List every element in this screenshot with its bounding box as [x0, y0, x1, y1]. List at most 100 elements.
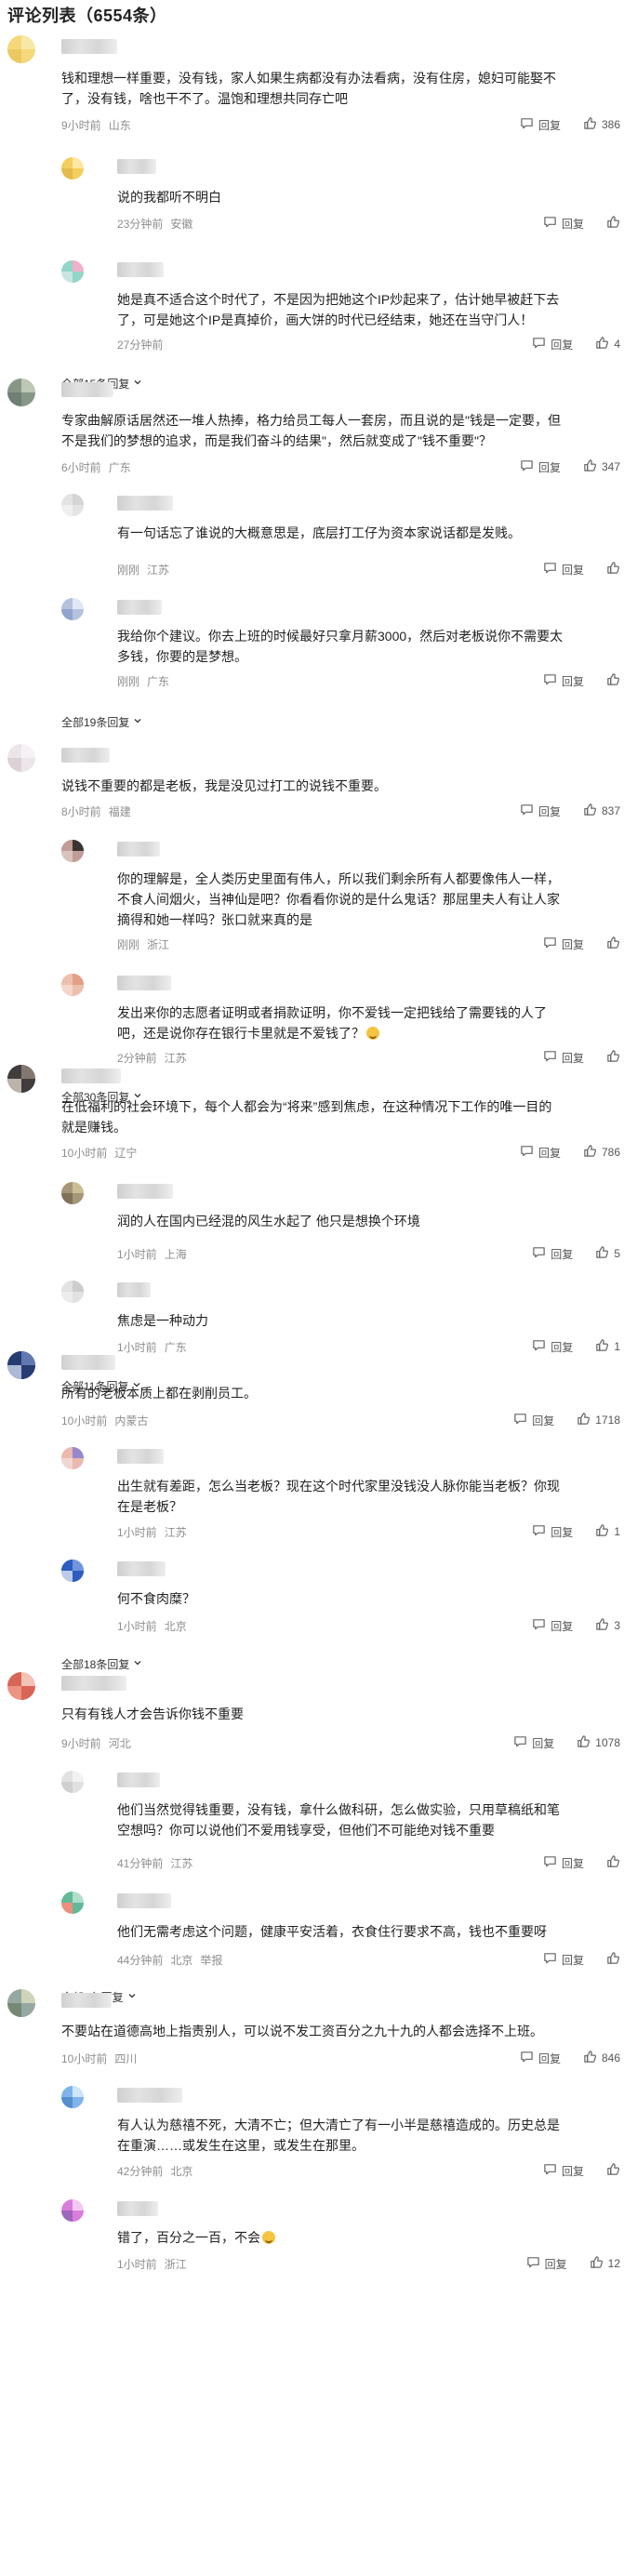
comment-text: 所有的老板本质上都在剥削员工。: [61, 1383, 564, 1403]
reply-button[interactable]: 回复: [526, 2255, 567, 2272]
reply-avatar[interactable]: [61, 494, 84, 516]
username-blurred[interactable]: [117, 1449, 164, 1464]
reply-avatar[interactable]: [61, 840, 84, 862]
username-blurred[interactable]: [117, 1282, 151, 1297]
reply-avatar[interactable]: [61, 598, 84, 620]
reply-button[interactable]: 回复: [513, 1412, 554, 1428]
username-blurred[interactable]: [61, 1355, 115, 1370]
reply-button[interactable]: 回复: [513, 1734, 554, 1751]
username-blurred[interactable]: [117, 976, 171, 990]
like-count: 837: [601, 804, 620, 817]
like-button[interactable]: 3: [595, 1617, 620, 1634]
reply-button[interactable]: 回复: [532, 1523, 573, 1540]
reply-avatar[interactable]: [61, 260, 84, 283]
username-blurred[interactable]: [117, 2201, 158, 2216]
like-button[interactable]: 1: [595, 1523, 620, 1540]
username-blurred[interactable]: [61, 748, 110, 763]
comment-meta: 44分钟前 北京 举报: [117, 1951, 222, 1968]
like-button[interactable]: 1078: [577, 1734, 620, 1751]
reply-button[interactable]: 回复: [543, 561, 584, 578]
reply-avatar[interactable]: [61, 1182, 84, 1204]
like-button[interactable]: 12: [590, 2255, 620, 2272]
reply-button[interactable]: 回复: [532, 1617, 573, 1634]
expand-replies-link[interactable]: 全部19条回复: [61, 713, 142, 730]
like-button[interactable]: 786: [583, 1144, 620, 1161]
commenter-avatar[interactable]: [7, 1351, 35, 1379]
like-button[interactable]: 837: [583, 803, 620, 819]
username-blurred[interactable]: [61, 382, 113, 397]
comment-thread: 钱和理想一样重要，没有钱，家人如果生病都没有办法看病，没有住房，媳妇可能娶不了，…: [0, 33, 637, 405]
report-link[interactable]: 举报: [200, 1952, 222, 1968]
reply-avatar[interactable]: [61, 1447, 84, 1469]
like-count: 347: [601, 460, 620, 473]
commenter-avatar[interactable]: [7, 1672, 35, 1700]
reply-button[interactable]: 回复: [543, 1854, 584, 1871]
username-blurred[interactable]: [61, 1993, 112, 2008]
username-blurred[interactable]: [61, 1676, 126, 1691]
comment-actions: 回复 846: [520, 2050, 620, 2066]
like-button[interactable]: 4: [595, 336, 620, 352]
commenter-avatar[interactable]: [7, 744, 35, 772]
thumbs-up-icon: [577, 1412, 591, 1428]
reply-button[interactable]: 回复: [520, 2050, 561, 2066]
username-blurred[interactable]: [117, 1184, 173, 1199]
username-blurred[interactable]: [61, 1069, 121, 1083]
username-blurred[interactable]: [117, 159, 156, 174]
reply-icon: [513, 1734, 527, 1751]
username-blurred[interactable]: [117, 600, 162, 615]
reply-button[interactable]: 回复: [520, 1144, 561, 1161]
reply-avatar[interactable]: [61, 1281, 84, 1303]
reply-label: 回复: [532, 1736, 555, 1750]
reply-avatar[interactable]: [61, 157, 84, 179]
commenter-avatar[interactable]: [7, 35, 35, 63]
reply-avatar[interactable]: [61, 1771, 84, 1793]
reply-button[interactable]: 回复: [543, 215, 584, 232]
like-button[interactable]: [606, 561, 620, 578]
like-button[interactable]: 386: [583, 116, 620, 133]
username-blurred[interactable]: [117, 1893, 171, 1908]
username-blurred[interactable]: [117, 842, 160, 856]
reply-avatar[interactable]: [61, 1560, 84, 1582]
comment-time: 1小时前: [117, 1525, 157, 1539]
comment-text-content: 有一句话忘了谁说的大概意思是，底层打工仔为资本家说话都是发贱。: [117, 525, 521, 540]
like-button[interactable]: 5: [595, 1245, 620, 1262]
like-button[interactable]: [606, 936, 620, 952]
reply-button[interactable]: 回复: [520, 116, 561, 133]
comment-meta: 27分钟前: [117, 336, 170, 352]
like-button[interactable]: [606, 1854, 620, 1871]
comment-meta: 9小时前 山东: [61, 116, 131, 133]
username-blurred[interactable]: [117, 496, 173, 511]
reply-button[interactable]: 回复: [543, 936, 584, 952]
reply-button[interactable]: 回复: [520, 803, 561, 819]
reply-avatar[interactable]: [61, 974, 84, 996]
like-count: 1: [614, 1525, 620, 1538]
like-button[interactable]: 347: [583, 458, 620, 475]
like-count: 386: [601, 118, 620, 131]
username-blurred[interactable]: [117, 2088, 182, 2103]
like-button[interactable]: 846: [583, 2050, 620, 2066]
like-button[interactable]: [606, 1951, 620, 1968]
reply-avatar[interactable]: [61, 2199, 84, 2222]
reply-button[interactable]: 回复: [543, 672, 584, 689]
reply-label: 回复: [551, 1619, 574, 1633]
commenter-avatar[interactable]: [7, 378, 35, 406]
reply-button[interactable]: 回复: [543, 1951, 584, 1968]
smile-emoji-icon: [366, 1027, 379, 1040]
like-button[interactable]: [606, 215, 620, 232]
username-blurred[interactable]: [117, 1773, 160, 1787]
reply-button[interactable]: 回复: [520, 458, 561, 475]
like-button[interactable]: [606, 2162, 620, 2179]
like-button[interactable]: 1718: [577, 1412, 620, 1428]
username-blurred[interactable]: [61, 39, 117, 54]
commenter-avatar[interactable]: [7, 1989, 35, 2017]
reply-button[interactable]: 回复: [532, 1245, 573, 1262]
like-button[interactable]: [606, 672, 620, 689]
reply-button[interactable]: 回复: [532, 336, 573, 352]
commenter-avatar[interactable]: [7, 1065, 35, 1093]
username-blurred[interactable]: [117, 1561, 166, 1576]
reply-avatar[interactable]: [61, 1892, 84, 1914]
comment-text: 在低福利的社会环境下，每个人都会为“将来”感到焦虑，在这种情况下工作的唯一目的就…: [61, 1096, 564, 1137]
username-blurred[interactable]: [117, 262, 164, 277]
reply-button[interactable]: 回复: [543, 2162, 584, 2179]
reply-avatar[interactable]: [61, 2086, 84, 2108]
